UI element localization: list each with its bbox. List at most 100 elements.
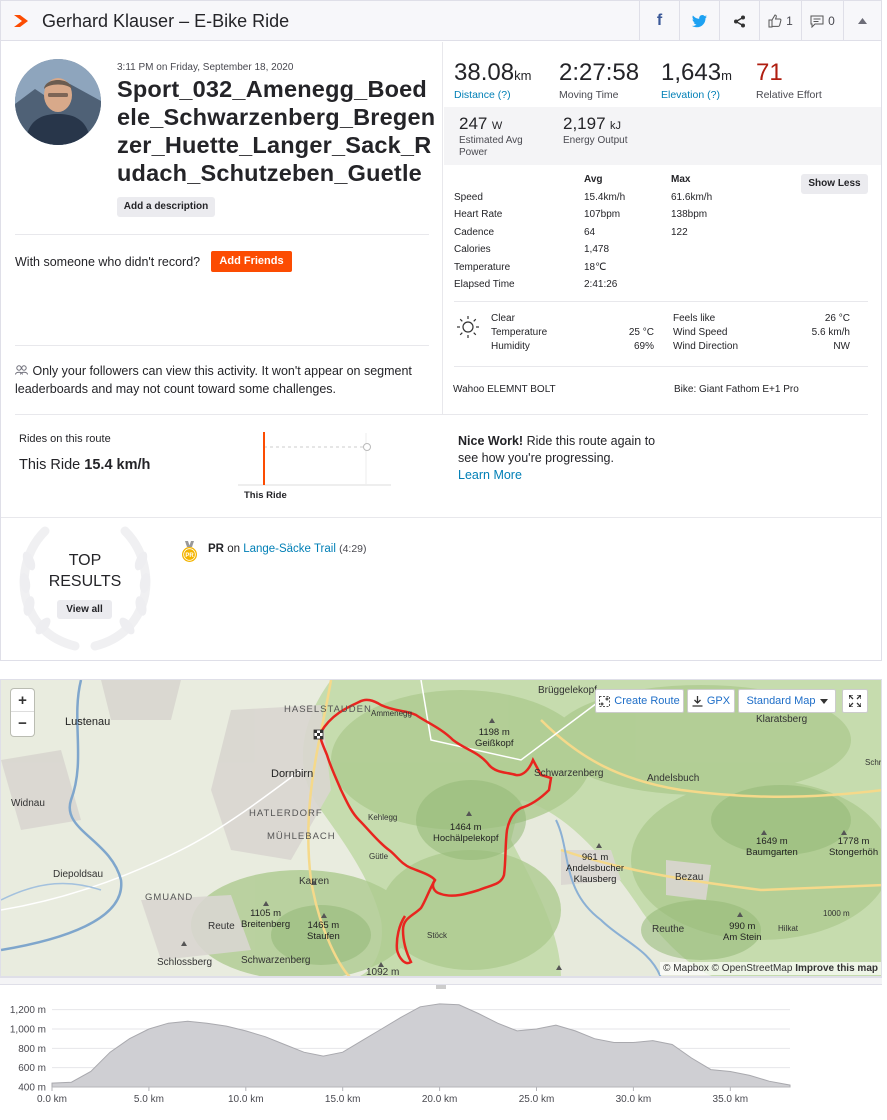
map-label: HASELSTAUDEN <box>284 704 372 715</box>
map-label: Klaratsberg <box>756 714 808 725</box>
improve-map-link[interactable]: Improve this map <box>795 963 878 974</box>
this-ride-speed: This Ride 15.4 km/h <box>19 457 150 473</box>
this-ride-bar <box>263 432 265 485</box>
view-all-button[interactable]: View all <box>57 600 112 619</box>
map-label: Schwarzenberg <box>241 955 311 966</box>
peak-height: 1778 m <box>837 836 870 847</box>
col-max-header: Max <box>671 174 691 185</box>
add-friends-button[interactable]: Add Friends <box>211 251 292 272</box>
route-comparison-chart: This Ride <box>238 432 391 501</box>
bike-name: Bike: Giant Fathom E+1 Pro <box>674 384 799 395</box>
moving-time-label: Moving Time <box>559 89 619 101</box>
activity-card: Gerhard Klauser – E-Bike Ride f 1 0 3:11… <box>0 0 882 661</box>
y-tick-label: 1,000 m <box>10 1025 46 1036</box>
row-avg: 1,478 <box>584 244 610 255</box>
divider <box>1 517 881 518</box>
activity-datetime: 3:11 PM on Friday, September 18, 2020 <box>117 62 294 73</box>
nice-work-heading: Nice Work! <box>458 434 524 448</box>
row-label: Heart Rate <box>454 209 503 220</box>
map-label: Gütle <box>369 852 389 861</box>
stat-power: 247 W Estimated Avg Power <box>459 114 523 158</box>
facebook-share-button[interactable]: f <box>639 1 679 41</box>
resize-handle[interactable] <box>0 977 882 989</box>
row-label: Temperature <box>454 262 511 273</box>
row-label: Elapsed Time <box>454 279 515 290</box>
segment-link[interactable]: Lange-Säcke Trail <box>243 543 336 555</box>
wind-speed-value: 5.6 km/h <box>811 327 850 338</box>
privacy-note: Only your followers can view this activi… <box>15 363 425 398</box>
row-max: 122 <box>671 227 688 238</box>
map-label: HATLERDORF <box>249 808 323 819</box>
kudos-button[interactable]: 1 <box>759 1 801 41</box>
chart-label: This Ride <box>244 490 287 501</box>
add-description-button[interactable]: Add a description <box>117 197 215 217</box>
comment-icon <box>810 15 824 28</box>
map-label: MÜHLEBACH <box>267 831 336 842</box>
fullscreen-button[interactable] <box>842 689 868 713</box>
divider <box>15 414 868 415</box>
header-actions: f 1 0 <box>639 1 881 41</box>
stat-relative-effort[interactable]: 71 Relative Effort <box>756 59 822 101</box>
x-tick-label: 20.0 km <box>422 1094 458 1105</box>
share-button[interactable] <box>719 1 759 41</box>
pr-achievement: PR on Lange-Säcke Trail (4:29) <box>208 543 367 555</box>
map-label: Lustenau <box>65 716 111 728</box>
twitter-share-button[interactable] <box>679 1 719 41</box>
privacy-text: Only your followers can view this activi… <box>15 364 412 396</box>
this-ride-prefix: This Ride <box>19 457 81 473</box>
elevation-value: 1,643 <box>661 59 722 86</box>
this-ride-value: 15.4 km/h <box>84 457 151 473</box>
comment-button[interactable]: 0 <box>801 1 843 41</box>
row-avg: 18℃ <box>584 262 607 273</box>
y-tick-label: 600 m <box>18 1063 46 1074</box>
divider <box>454 366 868 367</box>
peak-name: Staufen <box>307 931 340 942</box>
share-icon <box>734 15 745 27</box>
learn-more-link[interactable]: Learn More <box>458 467 658 484</box>
elevation-chart: 400 m 600 m 800 m 1,000 m 1,200 m 0.0 km 5.0 k… <box>10 1003 791 1105</box>
map-label: Kehlegg <box>368 813 398 822</box>
map-label: Stöck <box>427 931 448 940</box>
map-label: 1092 m <box>366 967 400 977</box>
with-someone-text: With someone who didn't record? <box>15 255 201 269</box>
map-label: Ammenegg <box>371 709 412 718</box>
divider <box>15 234 429 235</box>
create-route-label: Create Route <box>614 695 680 707</box>
wind-speed-label: Wind Speed <box>673 327 728 338</box>
stat-elevation: 1,643m Elevation (?) <box>661 59 732 101</box>
pr-label: PR <box>208 543 224 555</box>
map-type-select[interactable]: Standard Map <box>738 689 836 713</box>
route-map[interactable]: Lustenau HASELSTAUDEN Ammenegg Brüggelek… <box>0 679 882 977</box>
page-title: Gerhard Klauser – E-Bike Ride <box>42 11 290 31</box>
route-icon <box>599 695 611 707</box>
row-max: 61.6km/h <box>671 192 713 203</box>
distance-label[interactable]: Distance (?) <box>454 89 531 101</box>
gpx-download-button[interactable]: GPX <box>687 689 735 713</box>
x-tick-label: 10.0 km <box>228 1094 264 1105</box>
zoom-in-button[interactable]: + <box>11 689 34 712</box>
map-label: Reuthe <box>652 924 685 935</box>
create-route-button[interactable]: Create Route <box>595 689 684 713</box>
top-results-line2: RESULTS <box>48 573 122 590</box>
strava-logo-icon <box>14 15 28 27</box>
humidity-value: 69% <box>633 341 654 352</box>
row-avg: 15.4km/h <box>584 192 626 203</box>
avatar-image <box>15 59 101 145</box>
nice-work-message: Nice Work! Ride this route again to see … <box>458 433 658 484</box>
zoom-out-button[interactable]: − <box>11 712 34 735</box>
show-less-button[interactable]: Show Less <box>801 174 868 194</box>
elevation-label[interactable]: Elevation (?) <box>661 89 732 101</box>
map-label: Bezau <box>675 872 704 883</box>
peak-height: 961 m <box>581 852 609 863</box>
map-label: 961 m Andelsbucher Klausberg <box>566 852 624 885</box>
athlete-avatar[interactable] <box>15 59 101 145</box>
humidity-label: Humidity <box>491 341 530 352</box>
sun-icon <box>457 316 479 338</box>
elevation-area <box>51 1003 791 1088</box>
stat-energy: 2,197 kJ Energy Output <box>563 114 627 146</box>
map-label: Brüggelekopf <box>538 685 597 696</box>
collapse-button[interactable] <box>843 1 881 41</box>
twitter-icon <box>692 14 707 27</box>
distance-value: 38.08 <box>454 59 515 86</box>
x-tick-label: 35.0 km <box>713 1094 749 1105</box>
